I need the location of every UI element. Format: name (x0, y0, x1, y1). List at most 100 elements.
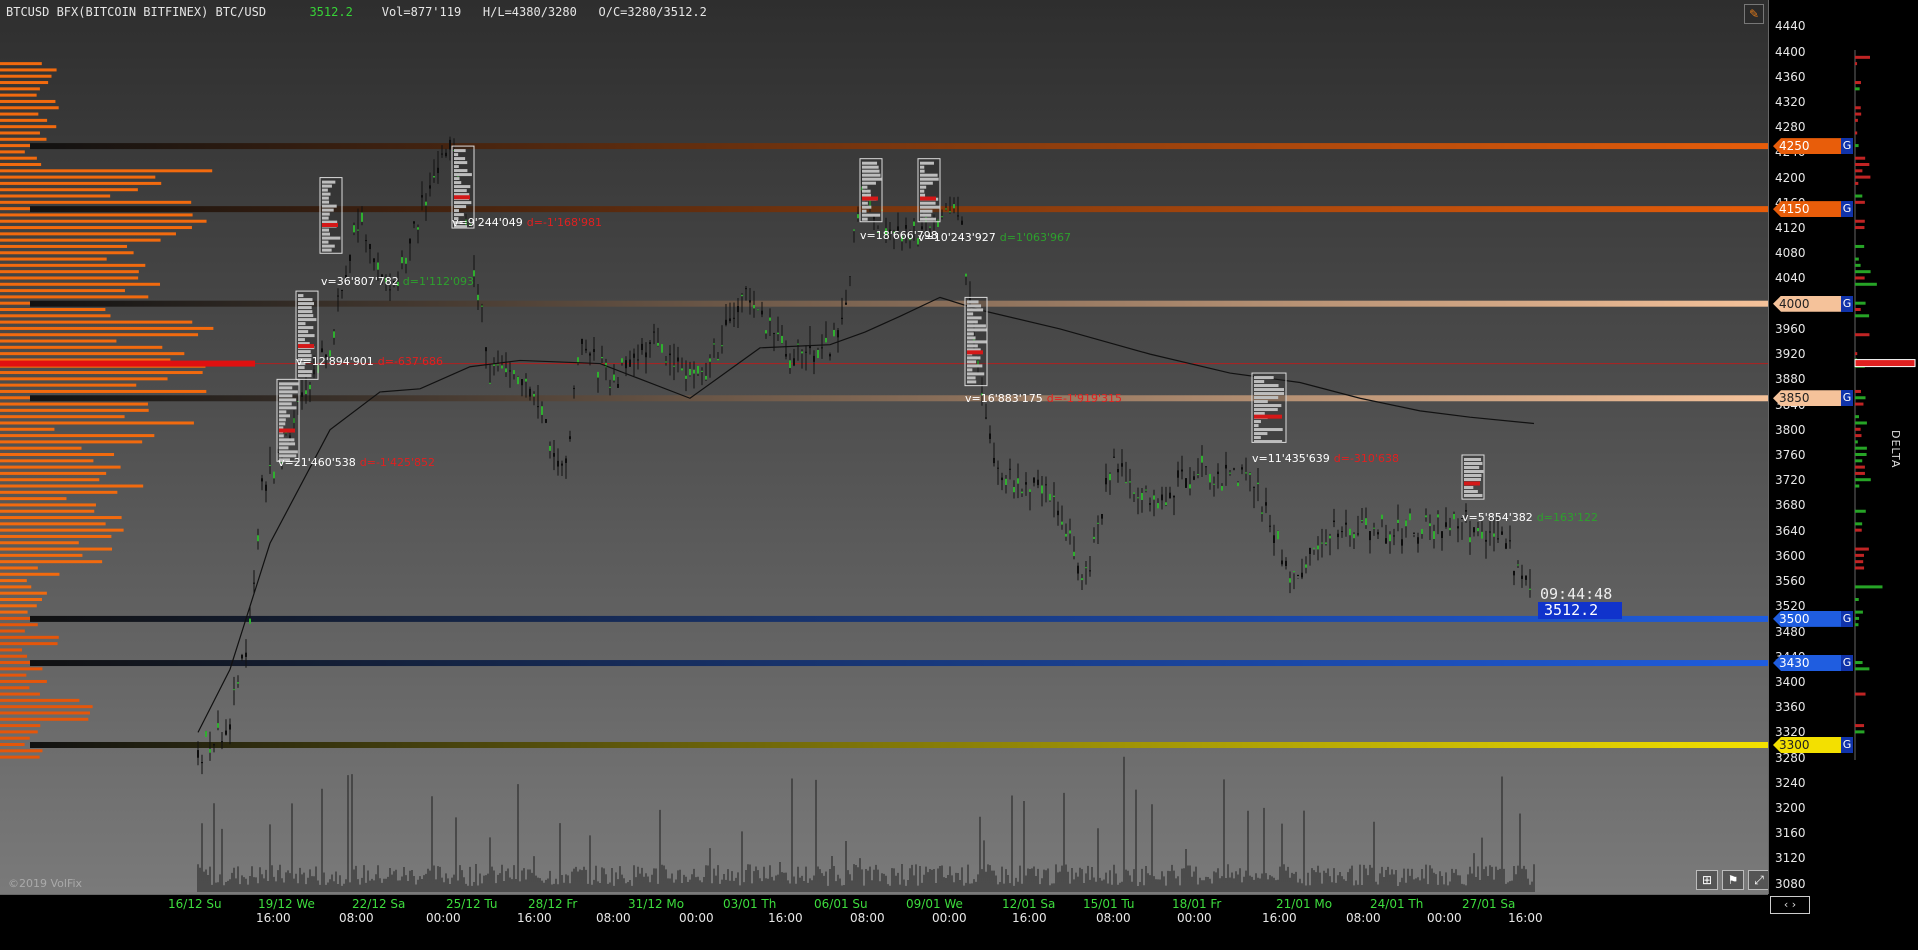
profile-bar (0, 169, 213, 173)
volume-profile (0, 62, 214, 759)
cluster-row (298, 330, 309, 334)
cluster-annotation: v=10'243'927 d=1'063'967 (918, 231, 1071, 244)
candle-body (1161, 494, 1163, 501)
profile-bar (0, 68, 57, 72)
candle-body (501, 365, 503, 369)
delta-bar (1855, 440, 1858, 444)
candle-body (1021, 491, 1023, 494)
cluster-row (862, 213, 881, 217)
candle-body (717, 358, 719, 361)
profile-bar (0, 585, 32, 589)
cluster-row (1254, 424, 1259, 428)
flag-icon[interactable]: ⚑ (1722, 870, 1744, 890)
time-label: 00:00 (932, 911, 967, 925)
open-close-info: O/C=3280/3512.2 (598, 5, 707, 19)
candle-body (1129, 481, 1131, 483)
candle-body (765, 330, 767, 334)
candle-body (1361, 520, 1363, 522)
candle-body (761, 310, 763, 315)
cluster-row (1254, 436, 1261, 440)
candle-body (1369, 531, 1371, 541)
candle-body (433, 175, 435, 178)
chart-toolbar: ⊞ ⚑ ⤢ (1696, 870, 1768, 890)
cluster-row (279, 438, 295, 442)
candle-body (421, 195, 423, 198)
annotation-delta: d=163'122 (1536, 511, 1598, 524)
time-label: 08:00 (850, 911, 885, 925)
date-label: 06/01 Su (814, 897, 868, 911)
profile-bar (0, 686, 30, 690)
profile-bar (0, 459, 94, 463)
candle-body (333, 331, 335, 338)
cluster-row (298, 314, 314, 318)
candle-body (993, 457, 995, 464)
candle-body (1221, 485, 1223, 491)
arrows-icon[interactable]: ‹ › (1770, 896, 1810, 914)
delta-bar (1855, 484, 1860, 488)
candle-body (1049, 493, 1051, 501)
candle-body (1233, 468, 1235, 470)
price-chart-svg[interactable] (0, 0, 1768, 894)
candle-body (1013, 486, 1015, 493)
profile-bar (0, 648, 23, 652)
profile-bar (0, 175, 156, 179)
candle-body (1377, 532, 1379, 535)
candle-body (661, 344, 663, 353)
candle-body (1057, 510, 1059, 516)
level-line (30, 615, 1768, 622)
price-chart-area[interactable]: BTCUSD BFX(BITCOIN BITFINEX) BTC/USD 351… (0, 0, 1768, 894)
cluster-row (279, 434, 284, 438)
date-label: 03/01 Th (723, 897, 777, 911)
cluster-row (1464, 474, 1482, 477)
annotation-delta: d=1'063'967 (999, 231, 1072, 244)
candle-body (1177, 470, 1179, 478)
cluster-row (967, 336, 976, 340)
annotation-volume: v=10'243'927 (918, 231, 996, 244)
cluster-row (1464, 490, 1478, 493)
date-label: 16/12 Su (168, 897, 222, 911)
cluster-row (920, 177, 939, 181)
profile-bar (0, 711, 91, 715)
annotation-volume: v=21'460'538 (278, 456, 356, 469)
cluster-row (1254, 384, 1279, 388)
cluster-row (298, 334, 315, 338)
candle-body (805, 351, 807, 353)
candle-body (737, 306, 739, 313)
candle-body (1113, 456, 1115, 458)
volume-info: Vol=877'119 (381, 5, 462, 19)
profile-bar (0, 465, 121, 469)
delta-bar (1855, 226, 1865, 230)
cluster-row (967, 312, 974, 316)
profile-bar (0, 497, 67, 501)
poc-marker (0, 360, 255, 367)
candle-body (1509, 540, 1511, 542)
candle-body (1105, 478, 1107, 485)
candle-body (401, 257, 403, 264)
cluster-annotation: v=9'244'049 d=-1'168'981 (452, 216, 602, 229)
cluster-row (1254, 404, 1282, 408)
candle-body (1341, 531, 1343, 533)
grid-icon[interactable]: ⊞ (1696, 870, 1718, 890)
time-label: 08:00 (596, 911, 631, 925)
profile-bar (0, 755, 40, 759)
candle-body (445, 152, 447, 157)
cluster-row (967, 332, 974, 336)
delta-bar (1855, 616, 1860, 620)
candle-body (273, 471, 275, 479)
profile-bar (0, 743, 25, 746)
profile-bar (0, 408, 149, 412)
time-axis[interactable]: 16/12 Su 19/12 We 22/12 Sa 25/12 Tu 28/12 Fr… (0, 894, 1768, 950)
candle-body (265, 484, 267, 491)
candle-body (1313, 547, 1315, 549)
profile-bar (0, 516, 122, 520)
candle-body (1069, 530, 1071, 534)
pencil-icon[interactable]: ✎ (1744, 4, 1764, 24)
annotation-delta: d=-310'638 (1333, 452, 1399, 465)
candle-body (369, 243, 371, 250)
candle-body (1101, 513, 1103, 519)
cluster-poc (920, 196, 936, 201)
candle-body (853, 229, 855, 231)
candle-body (633, 353, 635, 358)
candle-body (957, 215, 959, 217)
expand-icon[interactable]: ⤢ (1748, 870, 1768, 890)
